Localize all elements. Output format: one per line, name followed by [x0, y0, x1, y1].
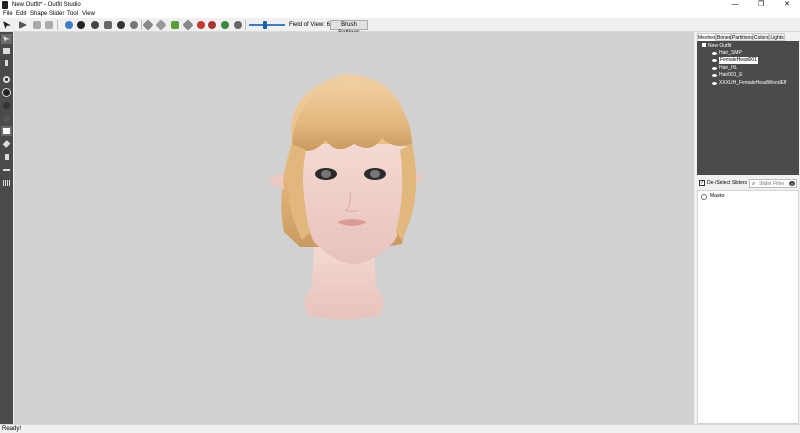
menu-file[interactable]: File: [3, 10, 13, 18]
link-icon[interactable]: [220, 20, 230, 30]
alpha-icon[interactable]: [170, 20, 180, 30]
tree-item-selected[interactable]: FemaleHead001: [712, 57, 758, 64]
tab-meshes[interactable]: Meshes: [697, 33, 716, 41]
fov-slider-thumb[interactable]: [263, 21, 267, 29]
status-bar: Ready!: [0, 424, 800, 433]
deflate-icon[interactable]: [103, 20, 113, 30]
brush-icon[interactable]: [64, 20, 74, 30]
vertex-icon[interactable]: [233, 20, 243, 30]
deselect-sliders-checkbox[interactable]: ✓: [699, 180, 705, 186]
select-tool-icon[interactable]: [2, 20, 12, 30]
right-panel: Meshes Bones Partitions Colors Lights Ne…: [696, 32, 800, 424]
menu-tool[interactable]: Tool: [67, 10, 78, 18]
slider-row-masks[interactable]: Masks: [699, 192, 797, 201]
dot-large-icon[interactable]: [1, 100, 12, 110]
flip-icon[interactable]: [196, 20, 206, 30]
field-of-view-label: Field of View: 65: [289, 22, 334, 28]
menu-edit[interactable]: Edit: [16, 10, 26, 18]
head-model: [266, 74, 426, 320]
rotate-icon[interactable]: [207, 20, 217, 30]
dot-medium-icon[interactable]: [1, 87, 12, 97]
fov-slider-track[interactable]: [249, 24, 285, 26]
restore-button[interactable]: ❐: [748, 0, 774, 10]
weight-icon[interactable]: [142, 19, 154, 31]
tree-root-label: New Outfit: [708, 43, 732, 49]
tab-colors[interactable]: Colors: [753, 33, 769, 41]
bone-icon[interactable]: [1, 165, 12, 175]
panel-tabs: Meshes Bones Partitions Colors Lights: [696, 32, 800, 41]
slider-controls: ✓ De-/Select Sliders ⌕ ×: [697, 179, 799, 188]
grid-icon[interactable]: [1, 178, 12, 188]
minimize-button[interactable]: —: [722, 0, 748, 10]
brush-icon[interactable]: [1, 58, 12, 68]
weight-paint-icon[interactable]: [1, 152, 12, 162]
tree-item[interactable]: Hair_HL: [712, 65, 737, 72]
tree-item[interactable]: Hair_SMP: [712, 50, 742, 57]
tree-root[interactable]: New Outfit: [702, 43, 731, 50]
mesh-tree: New Outfit Hair_SMP FemaleHead001 Hair_H…: [697, 41, 799, 175]
window-title: New Outfit* - Outfit Studio: [12, 2, 81, 8]
eye-icon[interactable]: [712, 52, 717, 55]
menu-slider[interactable]: Slider: [49, 10, 64, 18]
mask-brush-icon[interactable]: [1, 126, 12, 136]
transform-icon[interactable]: [1, 46, 12, 56]
eye-icon[interactable]: [712, 67, 717, 70]
clear-filter-icon[interactable]: ×: [789, 181, 795, 186]
tree-item[interactable]: Hair001_E: [712, 72, 743, 79]
menu-view[interactable]: View: [82, 10, 95, 18]
deselect-sliders-label: De-/Select Sliders: [707, 180, 748, 186]
mask-icon[interactable]: [76, 20, 86, 30]
menu-bar: File Edit Shape Slider Tool View: [0, 10, 800, 18]
status-text: Ready!: [2, 426, 22, 432]
tree-item[interactable]: XXXUH_FemaleHeadWoodElf: [712, 80, 786, 87]
eye-icon[interactable]: [712, 74, 717, 77]
eye-icon[interactable]: [712, 82, 717, 85]
outfit-icon: [702, 43, 706, 47]
dot-small-icon[interactable]: [1, 74, 12, 84]
slider-label: Masks: [710, 193, 725, 199]
search-icon: ⌕: [752, 181, 756, 187]
brush-settings-button[interactable]: Brush Settings: [330, 20, 368, 36]
tab-partitions[interactable]: Partitions: [731, 33, 753, 41]
redo-icon[interactable]: [44, 20, 54, 30]
collapse-icon[interactable]: [182, 19, 194, 31]
smooth-icon[interactable]: [129, 20, 139, 30]
sphere-icon[interactable]: [1, 113, 12, 123]
main-toolbar: [0, 18, 800, 48]
menu-shape[interactable]: Shape: [30, 10, 47, 18]
transform-tool-icon[interactable]: [18, 20, 28, 30]
tab-lights[interactable]: Lights: [769, 33, 785, 41]
eye-icon[interactable]: [712, 59, 717, 62]
left-toolbar: [0, 32, 13, 424]
eraser-icon[interactable]: [1, 139, 12, 149]
title-bar: New Outfit* - Outfit Studio — ❐ ✕: [0, 0, 800, 10]
color-icon[interactable]: [155, 19, 167, 31]
move-icon[interactable]: [116, 20, 126, 30]
slider-toggle-icon[interactable]: [701, 193, 707, 200]
inflate-icon[interactable]: [90, 20, 100, 30]
slider-list: Masks: [697, 190, 799, 424]
app-icon: [2, 1, 8, 9]
slider-filter[interactable]: ⌕ ×: [749, 179, 797, 188]
undo-icon[interactable]: [32, 20, 42, 30]
select-icon[interactable]: [1, 34, 12, 44]
3d-viewport[interactable]: [14, 32, 694, 424]
close-button[interactable]: ✕: [774, 0, 800, 10]
slider-filter-input[interactable]: [759, 180, 789, 187]
tab-bones[interactable]: Bones: [716, 33, 731, 41]
